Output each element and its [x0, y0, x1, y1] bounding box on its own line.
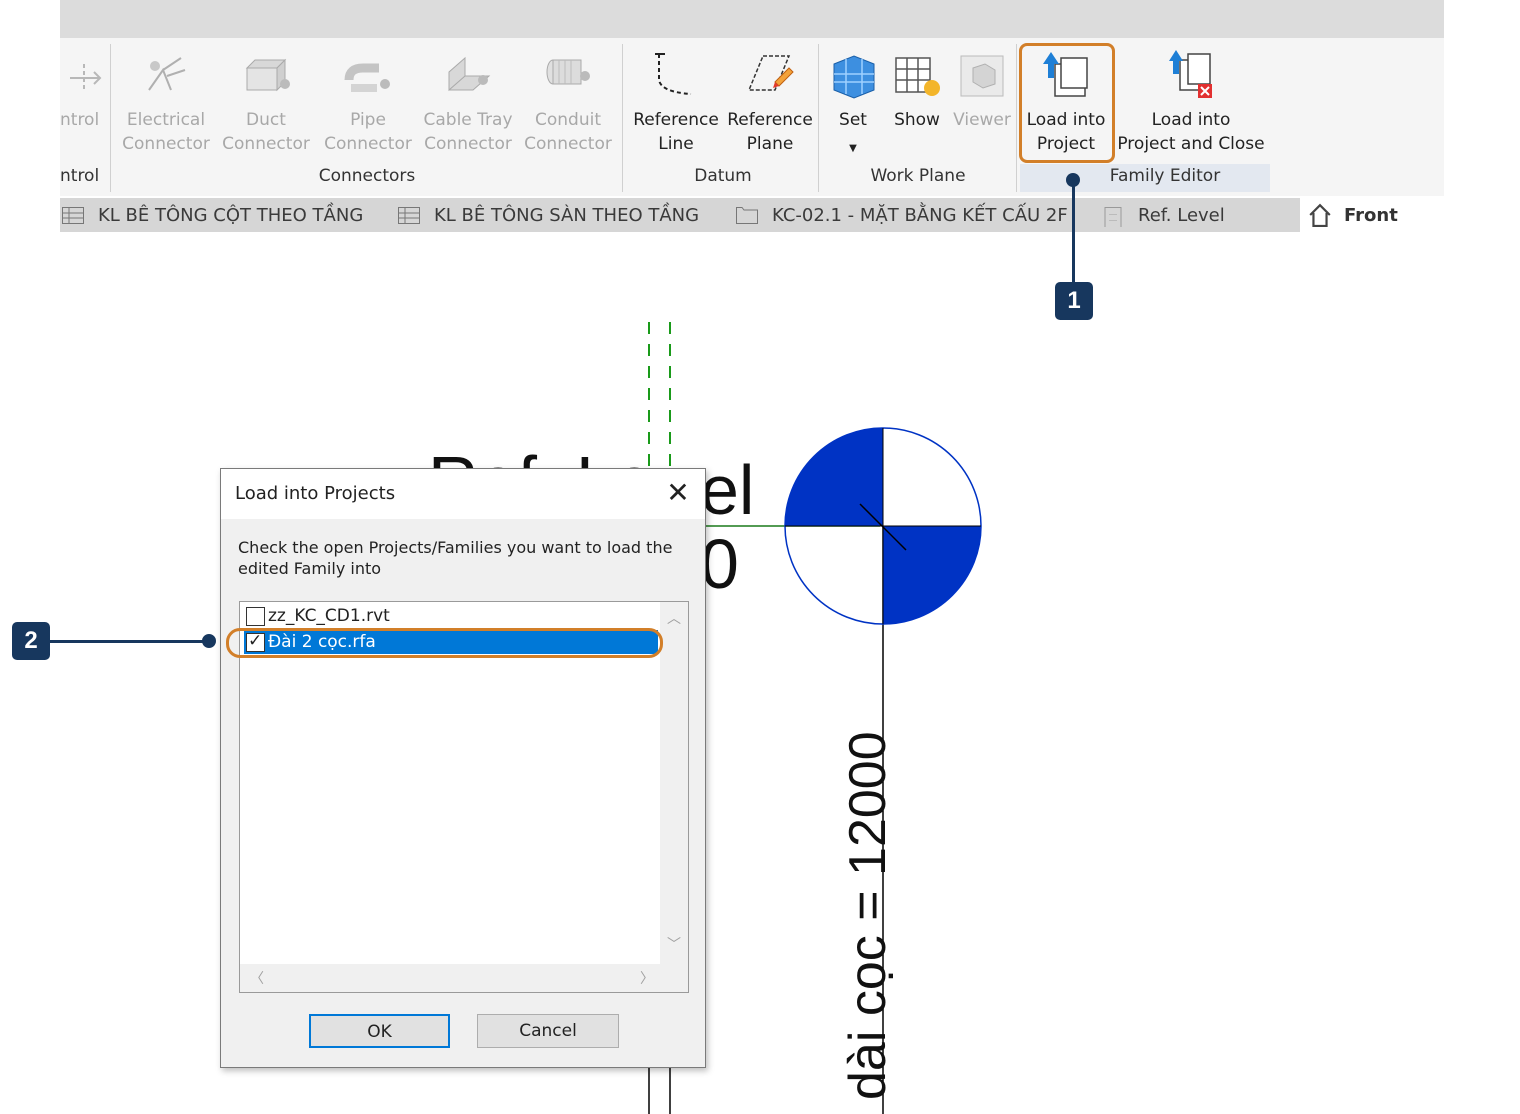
- schedule-icon: [398, 207, 420, 224]
- load-into-project-and-close-icon: [1169, 50, 1212, 98]
- reference-line-icon: [655, 53, 692, 95]
- view-tab-front[interactable]: Front: [1300, 198, 1444, 232]
- dialog-title: Load into Projects: [235, 483, 396, 504]
- conduit-connector-label: Conduit Connector: [524, 110, 612, 154]
- dialog-titlebar[interactable]: Load into Projects ✕: [221, 469, 705, 519]
- vertical-scrollbar[interactable]: ︿ ﹀: [660, 602, 688, 964]
- view-tab-label: KL BÊ TÔNG CỘT THEO TẦNG: [98, 205, 364, 226]
- control-icon: [70, 64, 102, 92]
- checkbox[interactable]: [246, 607, 265, 626]
- reference-line-button[interactable]: Reference Line: [632, 38, 720, 160]
- ok-button[interactable]: OK: [309, 1014, 450, 1048]
- duct-connector-button[interactable]: Duct Connector: [220, 38, 312, 160]
- schedule-icon: [62, 207, 84, 224]
- cable-tray-connector-icon: [448, 56, 491, 92]
- load-into-project-highlight: [1019, 43, 1115, 163]
- duct-connector-icon: [245, 58, 290, 92]
- conduit-connector-icon: [546, 59, 590, 85]
- reference-plane-button[interactable]: Reference Plane: [726, 38, 814, 160]
- set-label: Set: [839, 110, 867, 130]
- dialog-message: Check the open Projects/Families you wan…: [238, 538, 673, 578]
- dimension-text[interactable]: dài cọc = 12000: [838, 731, 898, 1100]
- viewer-label: Viewer: [953, 110, 1011, 130]
- show-label: Show: [894, 110, 940, 130]
- work-plane-panel-title: Work Plane: [870, 166, 966, 186]
- reference-plane-icon: [747, 55, 794, 91]
- view-tab-label: KL BÊ TÔNG SÀN THEO TẦNG: [434, 205, 700, 226]
- view-tab-ref-level[interactable]: Ref. Level: [1102, 198, 1282, 232]
- scroll-right-icon[interactable]: 〉: [640, 968, 654, 988]
- view-tab-label: Front: [1344, 205, 1398, 226]
- selected-item-highlight: [226, 628, 663, 658]
- conduit-connector-button[interactable]: Conduit Connector: [522, 38, 614, 160]
- load-into-projects-dialog: Load into Projects ✕ Check the open Proj…: [220, 468, 706, 1068]
- control-button[interactable]: ntrol: [60, 38, 104, 160]
- family-editor-panel-title: Family Editor: [1109, 166, 1221, 186]
- view-tab-label: Ref. Level: [1138, 205, 1225, 226]
- view-tab-label: KC-02.1 - MẶT BẰNG KẾT CẤU 2F: [772, 205, 1068, 226]
- scroll-left-icon[interactable]: 〈: [250, 968, 264, 988]
- electrical-connector-icon: [148, 57, 186, 91]
- level-head-symbol[interactable]: [784, 427, 982, 625]
- connectors-panel-title: Connectors: [318, 166, 416, 186]
- show-work-plane-icon: [895, 57, 940, 96]
- panel-divider: [110, 44, 111, 192]
- scroll-down-icon[interactable]: ﹀: [667, 934, 681, 954]
- show-work-plane-button[interactable]: Show: [886, 38, 948, 160]
- pipe-connector-button[interactable]: Pipe Connector: [322, 38, 414, 160]
- set-work-plane-icon: [833, 55, 875, 99]
- panel-divider: [622, 44, 623, 192]
- reference-plane-label: Reference Plane: [727, 110, 813, 154]
- project-list[interactable]: zz_KC_CD1.rvt ✓ Đài 2 cọc.rfa ︿ ﹀ 〈 〉: [239, 601, 689, 993]
- control-panel-title: ntrol: [60, 166, 100, 186]
- view-tab-kc-02-1[interactable]: KC-02.1 - MẶT BẰNG KẾT CẤU 2F: [736, 198, 1086, 232]
- load-into-project-and-close-button[interactable]: Load into Project and Close: [1116, 38, 1266, 160]
- dropdown-arrow-icon: ▼: [849, 143, 857, 154]
- ribbon: ntrol ntrol Electrical Connector Duct Co…: [60, 38, 1444, 196]
- set-work-plane-button[interactable]: Set ▼: [824, 38, 882, 160]
- callout-1-badge: 1: [1055, 282, 1093, 320]
- electrical-connector-button[interactable]: Electrical Connector: [120, 38, 212, 160]
- callout-1-leader: [1072, 180, 1075, 282]
- reference-line-label: Reference Line: [633, 110, 719, 154]
- ribbon-tab-strip: [60, 0, 1444, 38]
- control-label: ntrol: [60, 110, 100, 130]
- datum-panel-title: Datum: [694, 166, 752, 186]
- scroll-up-icon[interactable]: ︿: [667, 608, 681, 628]
- pipe-connector-label: Pipe Connector: [324, 110, 412, 154]
- list-item-label: zz_KC_CD1.rvt: [268, 606, 390, 626]
- list-item[interactable]: zz_KC_CD1.rvt: [244, 604, 658, 628]
- view-tab-bar: KL BÊ TÔNG CỘT THEO TẦNG KL BÊ TÔNG SÀN …: [60, 198, 1444, 232]
- viewer-icon: [960, 55, 1004, 97]
- panel-divider: [818, 44, 819, 192]
- duct-connector-label: Duct Connector: [222, 110, 310, 154]
- view-tab-kl-be-tong-cot[interactable]: KL BÊ TÔNG CỘT THEO TẦNG: [62, 198, 382, 232]
- electrical-connector-label: Electrical Connector: [122, 110, 210, 154]
- close-icon[interactable]: ✕: [663, 479, 693, 509]
- callout-2-dot: [202, 634, 216, 648]
- cable-tray-connector-label: Cable Tray Connector: [423, 110, 513, 154]
- viewer-button[interactable]: Viewer: [952, 38, 1012, 160]
- panel-divider: [1016, 44, 1017, 192]
- callout-2-leader: [50, 640, 206, 643]
- level-view-icon: [1104, 207, 1122, 227]
- level-name-text: el: [700, 451, 754, 529]
- horizontal-scrollbar[interactable]: 〈 〉: [240, 964, 688, 992]
- cancel-button[interactable]: Cancel: [477, 1014, 619, 1048]
- load-into-project-and-close-label: Load into Project and Close: [1117, 110, 1265, 154]
- cable-tray-connector-button[interactable]: Cable Tray Connector: [422, 38, 514, 160]
- pipe-connector-icon: [344, 63, 390, 92]
- sheet-icon: [736, 207, 758, 224]
- elevation-view-icon: [1309, 203, 1331, 227]
- view-tab-kl-be-tong-san[interactable]: KL BÊ TÔNG SÀN THEO TẦNG: [398, 198, 728, 232]
- callout-2-badge: 2: [12, 622, 50, 660]
